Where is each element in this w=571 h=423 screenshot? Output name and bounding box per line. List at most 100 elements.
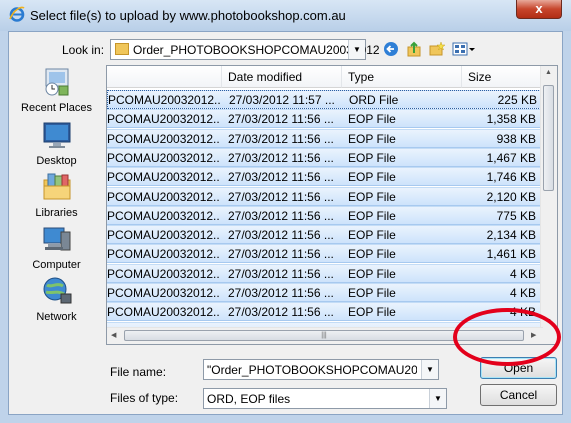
view-menu-icon[interactable] xyxy=(452,41,476,57)
file-row[interactable]: PCOMAU20032012... 27/03/2012 11:56 ... EOP… xyxy=(107,147,543,167)
file-date-cell: 27/03/2012 11:56 ... xyxy=(228,131,334,146)
file-type-dropdown[interactable]: ORD, EOP files ▼ xyxy=(203,388,447,409)
file-date-cell: 27/03/2012 11:56 ... xyxy=(228,189,334,204)
file-name-value[interactable]: "Order_PHOTOBOOKSHOPCOMAU20032012" xyxy=(207,363,417,377)
file-row[interactable]: PCOMAU20032012... 27/03/2012 11:57 ... ORD… xyxy=(107,90,543,109)
file-date-cell: 27/03/2012 11:56 ... xyxy=(228,170,334,185)
place-recent-places[interactable]: Recent Places xyxy=(14,67,99,114)
internet-explorer-icon xyxy=(9,6,25,22)
file-date-cell: 27/03/2012 11:56 ... xyxy=(228,286,334,300)
file-type-cell: EOP File xyxy=(348,170,396,185)
chevron-down-icon[interactable]: ▼ xyxy=(348,40,365,59)
column-header-type[interactable]: Type xyxy=(342,66,462,88)
place-label: Desktop xyxy=(36,155,77,167)
close-button[interactable]: x xyxy=(516,0,562,19)
place-network[interactable]: Network xyxy=(14,276,99,323)
place-label: Recent Places xyxy=(21,102,92,114)
place-label: Libraries xyxy=(35,207,78,219)
network-icon xyxy=(43,277,71,304)
file-size-cell: 2,120 KB xyxy=(486,189,536,204)
file-date-cell: 27/03/2012 11:56 ... xyxy=(228,150,334,165)
file-row[interactable]: PCOMAU20032012... 27/03/2012 11:56 ... EOP… xyxy=(107,225,543,245)
place-label: Computer xyxy=(32,259,81,271)
file-type-value: ORD, EOP files xyxy=(207,392,291,406)
column-header-date-modified[interactable]: Date modified xyxy=(222,66,342,88)
file-list[interactable]: Date modified Type Size PCOMAU20032012..… xyxy=(106,65,558,345)
look-in-label: Look in: xyxy=(62,43,105,57)
file-name-cell: PCOMAU20032012... xyxy=(107,247,219,262)
file-type-cell: EOP File xyxy=(348,189,396,204)
file-row[interactable]: PCOMAU20032012... 27/03/2012 11:56 ... EOP… xyxy=(107,167,543,187)
libraries-icon xyxy=(43,173,70,200)
file-row[interactable]: PCOMAU20032012... 27/03/2012 11:56 ... EOP… xyxy=(107,128,543,148)
file-type-cell: EOP File xyxy=(348,208,396,223)
file-name-cell: PCOMAU20032012... xyxy=(107,150,219,165)
place-label: Network xyxy=(36,311,77,323)
scroll-right-icon[interactable]: ▶ xyxy=(531,331,536,339)
file-size-cell: 938 KB xyxy=(496,131,536,146)
file-type-cell: EOP File xyxy=(348,112,396,127)
file-row[interactable]: PCOMAU20032012... 27/03/2012 11:56 ... EOP… xyxy=(107,109,543,129)
file-type-cell: EOP File xyxy=(348,131,396,146)
file-row[interactable]: PCOMAU20032012... 27/03/2012 11:56 ... EOP… xyxy=(107,244,543,264)
file-row[interactable]: PCOMAU20032012... 27/03/2012 11:56 ... EOP… xyxy=(107,186,543,206)
scroll-left-icon[interactable]: ◀ xyxy=(111,331,116,339)
file-date-cell: 27/03/2012 11:57 ... xyxy=(229,93,335,107)
file-type-cell: EOP File xyxy=(348,286,396,300)
place-libraries[interactable]: Libraries xyxy=(14,172,99,219)
file-date-cell: 27/03/2012 11:56 ... xyxy=(228,112,334,127)
place-computer[interactable]: Computer xyxy=(14,224,99,271)
file-date-cell: 27/03/2012 11:56 ... xyxy=(228,305,334,320)
column-header-size[interactable]: Size xyxy=(462,66,543,88)
desktop-icon xyxy=(43,122,70,148)
chevron-down-icon[interactable]: ▼ xyxy=(429,389,446,408)
file-type-cell: EOP File xyxy=(348,247,396,262)
dialog-body: Look in: Order_PHOTOBOOKSHOPCOMAU2003201… xyxy=(8,31,563,415)
folder-icon xyxy=(115,43,129,55)
file-size-cell: 225 KB xyxy=(497,93,537,107)
file-size-cell: 1,746 KB xyxy=(486,170,536,185)
file-date-cell: 27/03/2012 11:56 ... xyxy=(228,266,334,281)
file-type-cell: ORD File xyxy=(349,93,399,107)
computer-icon xyxy=(43,227,70,251)
open-button[interactable]: Open xyxy=(480,357,557,379)
file-size-cell: 4 KB xyxy=(509,286,536,300)
scroll-down-icon[interactable]: ▼ xyxy=(545,318,552,325)
file-name-cell: PCOMAU20032012... xyxy=(107,286,219,300)
scroll-up-icon[interactable]: ▲ xyxy=(545,69,552,76)
file-name-cell: PCOMAU20032012... xyxy=(107,170,219,185)
look-in-dropdown[interactable]: Order_PHOTOBOOKSHOPCOMAU20032012 ▼ xyxy=(110,39,380,60)
cancel-button[interactable]: Cancel xyxy=(480,384,557,406)
file-type-cell: EOP File xyxy=(348,150,396,165)
file-type-cell: EOP File xyxy=(348,305,396,320)
file-type-cell: EOP File xyxy=(348,228,396,243)
file-row[interactable]: PCOMAU20032012... 27/03/2012 11:56 ... EOP… xyxy=(107,283,543,302)
up-folder-icon[interactable] xyxy=(406,41,422,57)
new-folder-icon[interactable] xyxy=(429,41,446,57)
chevron-down-icon[interactable]: ▼ xyxy=(421,360,438,379)
title-bar[interactable]: Select file(s) to upload by www.photoboo… xyxy=(0,0,571,31)
file-name-cell: PCOMAU20032012... xyxy=(107,189,219,204)
column-header-name[interactable] xyxy=(107,66,222,88)
file-size-cell: 775 KB xyxy=(496,208,536,223)
vertical-scroll-thumb[interactable] xyxy=(543,85,554,191)
file-row[interactable]: PCOMAU20032012... 27/03/2012 11:56 ... EOP… xyxy=(107,205,543,225)
place-desktop[interactable]: Desktop xyxy=(14,120,99,167)
file-name-field[interactable]: "Order_PHOTOBOOKSHOPCOMAU20032012" ▼ xyxy=(203,359,439,380)
horizontal-scrollbar[interactable]: ◀ ||| ▶ xyxy=(107,327,543,344)
window-title: Select file(s) to upload by www.photoboo… xyxy=(30,8,346,23)
file-type-cell: EOP File xyxy=(348,266,396,281)
file-name-cell: PCOMAU20032012... xyxy=(108,93,220,107)
places-bar: Recent Places Desktop Libraries Computer… xyxy=(14,67,99,329)
file-size-cell: 1,358 KB xyxy=(486,112,536,127)
vertical-scrollbar[interactable]: ▲ ▼ xyxy=(540,66,557,330)
back-icon[interactable] xyxy=(383,41,399,57)
file-size-cell: 1,461 KB xyxy=(486,247,536,262)
horizontal-scroll-thumb[interactable]: ||| xyxy=(124,330,524,341)
file-name-cell: PCOMAU20032012... xyxy=(107,112,219,127)
file-date-cell: 27/03/2012 11:56 ... xyxy=(228,228,334,243)
file-row[interactable]: PCOMAU20032012... 27/03/2012 11:56 ... EOP… xyxy=(107,302,543,322)
file-size-cell: 1,467 KB xyxy=(486,150,536,165)
file-row[interactable]: PCOMAU20032012... 27/03/2012 11:56 ... EOP… xyxy=(107,263,543,283)
file-date-cell: 27/03/2012 11:56 ... xyxy=(228,208,334,223)
